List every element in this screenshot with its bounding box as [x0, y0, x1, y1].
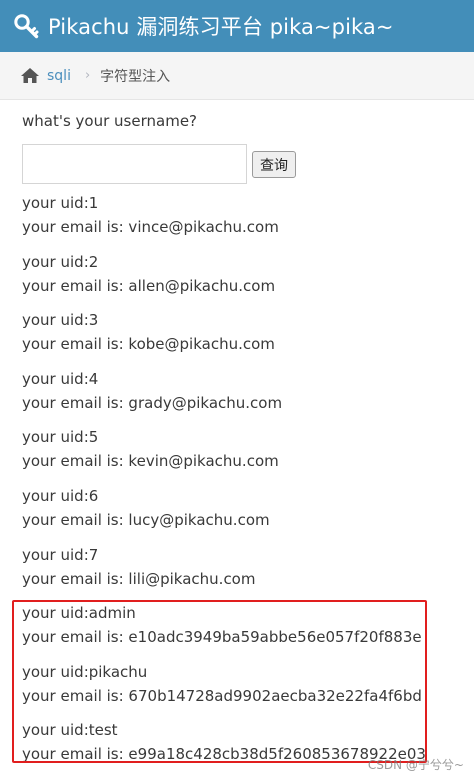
result-uid: your uid:4 [22, 369, 99, 388]
result-item: your uid:3 your email is: kobe@pikachu.c… [22, 308, 462, 356]
result-email: your email is: allen@pikachu.com [22, 276, 276, 295]
result-item: your uid:2 your email is: allen@pikachu.… [22, 250, 462, 298]
result-item: your uid:4 your email is: grady@pikachu.… [22, 367, 462, 415]
result-email: your email is: grady@pikachu.com [22, 393, 283, 412]
result-uid: your uid:2 [22, 252, 99, 271]
result-item: your uid:pikachu your email is: 670b1472… [22, 660, 462, 708]
result-item: your uid:7 your email is: lili@pikachu.c… [22, 543, 462, 591]
result-item: your uid:admin your email is: e10adc3949… [22, 601, 462, 649]
watermark: CSDN @宁兮兮~ [367, 758, 464, 772]
breadcrumb-current: 字符型注入 [100, 68, 171, 85]
result-uid: your uid:1 [22, 194, 99, 212]
result-item: your uid:1 your email is: vince@pikachu.… [22, 191, 462, 239]
breadcrumb-separator: › [84, 68, 91, 83]
main-content: what's your username? 查询 your uid:1 your… [22, 112, 462, 777]
result-email: your email is: lili@pikachu.com [22, 569, 256, 588]
result-email: your email is: 670b14728ad9902aecba32e22… [22, 686, 422, 705]
result-uid: your uid:3 [22, 311, 99, 330]
result-email: your email is: lucy@pikachu.com [22, 510, 270, 529]
result-list: your uid:1 your email is: vince@pikachu.… [22, 191, 462, 766]
result-email: your email is: vince@pikachu.com [22, 218, 279, 236]
username-input[interactable] [22, 144, 247, 184]
query-button[interactable]: 查询 [252, 151, 296, 178]
app-title: Pikachu 漏洞练习平台 pika~pika~ [48, 15, 394, 39]
username-question: what's your username? [22, 112, 198, 130]
result-email: your email is: kevin@pikachu.com [22, 452, 279, 471]
result-uid: your uid:pikachu [22, 662, 148, 681]
breadcrumb: sqli › 字符型注入 [0, 52, 474, 100]
result-uid: your uid:5 [22, 428, 99, 447]
breadcrumb-link-sqli[interactable]: sqli [47, 68, 71, 84]
app-header: Pikachu 漏洞练习平台 pika~pika~ [0, 0, 474, 52]
key-icon [14, 12, 42, 40]
result-item: your uid:5 your email is: kevin@pikachu.… [22, 425, 462, 473]
result-email: your email is: e10adc3949ba59abbe56e057f… [22, 628, 422, 647]
result-item: your uid:6 your email is: lucy@pikachu.c… [22, 484, 462, 532]
home-icon[interactable] [20, 67, 40, 85]
result-uid: your uid:test [22, 721, 118, 740]
result-email: your email is: kobe@pikachu.com [22, 335, 275, 354]
query-form: 查询 [22, 144, 462, 186]
result-uid: your uid:6 [22, 486, 99, 505]
result-uid: your uid:7 [22, 545, 99, 564]
result-uid: your uid:admin [22, 604, 136, 623]
